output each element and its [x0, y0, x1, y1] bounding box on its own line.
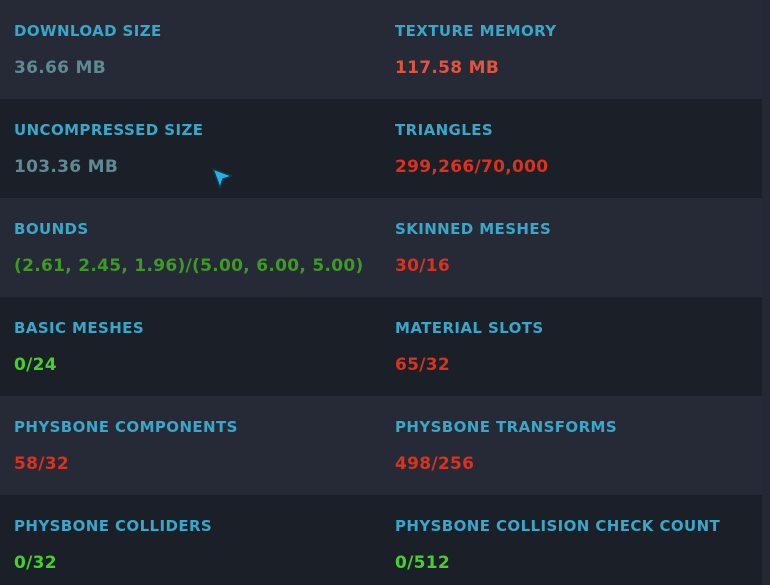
stat-value: 0/32	[14, 553, 57, 573]
pointer-cursor-icon	[212, 168, 233, 189]
stat-label: SKINNED MESHES	[395, 220, 552, 238]
stats-row-6: PHYSBONE COLLIDERS 0/32 PHYSBONE COLLISI…	[0, 495, 762, 585]
stats-row-5: PHYSBONE COMPONENTS 58/32 PHYSBONE TRANS…	[0, 396, 762, 495]
stat-uncompressed-size: UNCOMPRESSED SIZE 103.36 MB	[14, 99, 384, 198]
stat-material-slots: MATERIAL SLOTS 65/32	[395, 297, 762, 396]
stat-triangles: TRIANGLES 299,266/70,000	[395, 99, 762, 198]
stats-row-4: BASIC MESHES 0/24 MATERIAL SLOTS 65/32	[0, 297, 762, 396]
avatar-performance-stats: DOWNLOAD SIZE 36.66 MB TEXTURE MEMORY 11…	[0, 0, 770, 585]
stat-value: 65/32	[395, 355, 451, 375]
stat-label: MATERIAL SLOTS	[395, 319, 544, 337]
stat-label: PHYSBONE COLLISION CHECK COUNT	[395, 517, 721, 535]
stat-value: 58/32	[14, 454, 70, 474]
stat-value: 103.36 MB	[14, 157, 119, 177]
stat-label: BASIC MESHES	[14, 319, 145, 337]
stat-value: 299,266/70,000	[395, 157, 549, 177]
stat-value: 498/256	[395, 454, 475, 474]
stat-value: 36.66 MB	[14, 58, 106, 78]
stat-label: PHYSBONE COMPONENTS	[14, 418, 238, 436]
stat-value: (2.61, 2.45, 1.96)/(5.00, 6.00, 5.00)	[14, 256, 364, 276]
stat-label: BOUNDS	[14, 220, 89, 238]
stat-value: 117.58 MB	[395, 58, 500, 78]
stat-label: PHYSBONE COLLIDERS	[14, 517, 213, 535]
stat-download-size: DOWNLOAD SIZE 36.66 MB	[14, 0, 384, 99]
stat-physbone-collision-check-count: PHYSBONE COLLISION CHECK COUNT 0/512	[395, 495, 762, 585]
scroll-edge	[762, 0, 770, 585]
stat-basic-meshes: BASIC MESHES 0/24	[14, 297, 384, 396]
stat-texture-memory: TEXTURE MEMORY 117.58 MB	[395, 0, 762, 99]
stat-value: 30/16	[395, 256, 451, 276]
stat-label: DOWNLOAD SIZE	[14, 22, 162, 40]
stats-row-2: UNCOMPRESSED SIZE 103.36 MB TRIANGLES 29…	[0, 99, 762, 198]
stats-row-1: DOWNLOAD SIZE 36.66 MB TEXTURE MEMORY 11…	[0, 0, 762, 99]
stat-label: UNCOMPRESSED SIZE	[14, 121, 204, 139]
stat-value: 0/24	[14, 355, 57, 375]
stat-label: TEXTURE MEMORY	[395, 22, 557, 40]
stat-label: PHYSBONE TRANSFORMS	[395, 418, 618, 436]
stat-skinned-meshes: SKINNED MESHES 30/16	[395, 198, 762, 297]
stat-physbone-components: PHYSBONE COMPONENTS 58/32	[14, 396, 384, 495]
stat-physbone-colliders: PHYSBONE COLLIDERS 0/32	[14, 495, 384, 585]
stats-row-3: BOUNDS (2.61, 2.45, 1.96)/(5.00, 6.00, 5…	[0, 198, 762, 297]
stat-bounds: BOUNDS (2.61, 2.45, 1.96)/(5.00, 6.00, 5…	[14, 198, 384, 297]
stat-physbone-transforms: PHYSBONE TRANSFORMS 498/256	[395, 396, 762, 495]
stat-value: 0/512	[395, 553, 451, 573]
stat-label: TRIANGLES	[395, 121, 494, 139]
